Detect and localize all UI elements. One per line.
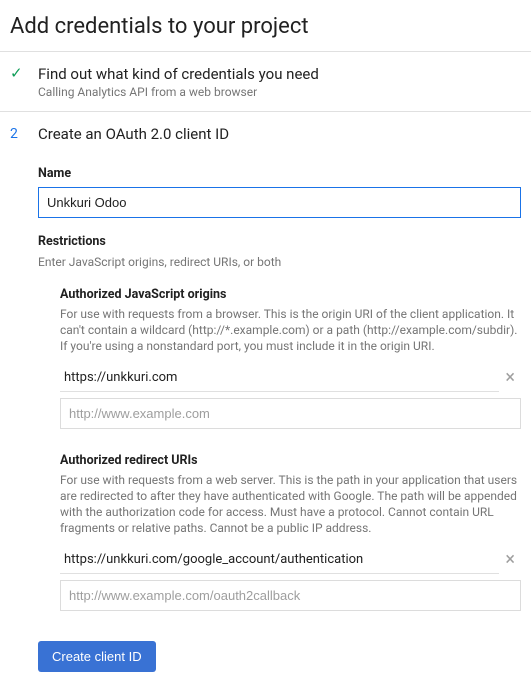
redirect-uri-value[interactable]: https://unkkuri.com/google_account/authe… [60,546,499,574]
page-title: Add credentials to your project [0,0,531,51]
remove-icon[interactable]: × [499,551,521,569]
step-2: 2 Create an OAuth 2.0 client ID [0,112,531,156]
step-1: ✓ Find out what kind of credentials you … [0,52,531,111]
check-icon: ✓ [10,64,28,82]
js-origins-heading: Authorized JavaScript origins [60,287,521,302]
js-origins-desc: For use with requests from a browser. Th… [60,306,521,354]
remove-icon[interactable]: × [499,369,521,387]
step-2-number: 2 [10,124,28,144]
redirect-uris-desc: For use with requests from a web server.… [60,472,521,536]
redirect-uri-row: https://unkkuri.com/google_account/authe… [60,546,521,574]
name-input[interactable] [38,187,521,218]
step-1-subtitle: Calling Analytics API from a web browser [38,85,521,99]
name-label: Name [38,166,521,181]
step-1-title: Find out what kind of credentials you ne… [38,64,521,84]
js-origin-input[interactable] [60,398,521,429]
create-client-id-button[interactable]: Create client ID [38,641,156,672]
step-2-title: Create an OAuth 2.0 client ID [38,124,521,144]
restrictions-label: Restrictions [38,234,521,249]
redirect-uris-heading: Authorized redirect URIs [60,453,521,468]
redirect-uri-input[interactable] [60,580,521,611]
js-origin-value[interactable]: https://unkkuri.com [60,364,499,392]
js-origin-row: https://unkkuri.com × [60,364,521,392]
restrictions-desc: Enter JavaScript origins, redirect URIs,… [38,255,521,269]
